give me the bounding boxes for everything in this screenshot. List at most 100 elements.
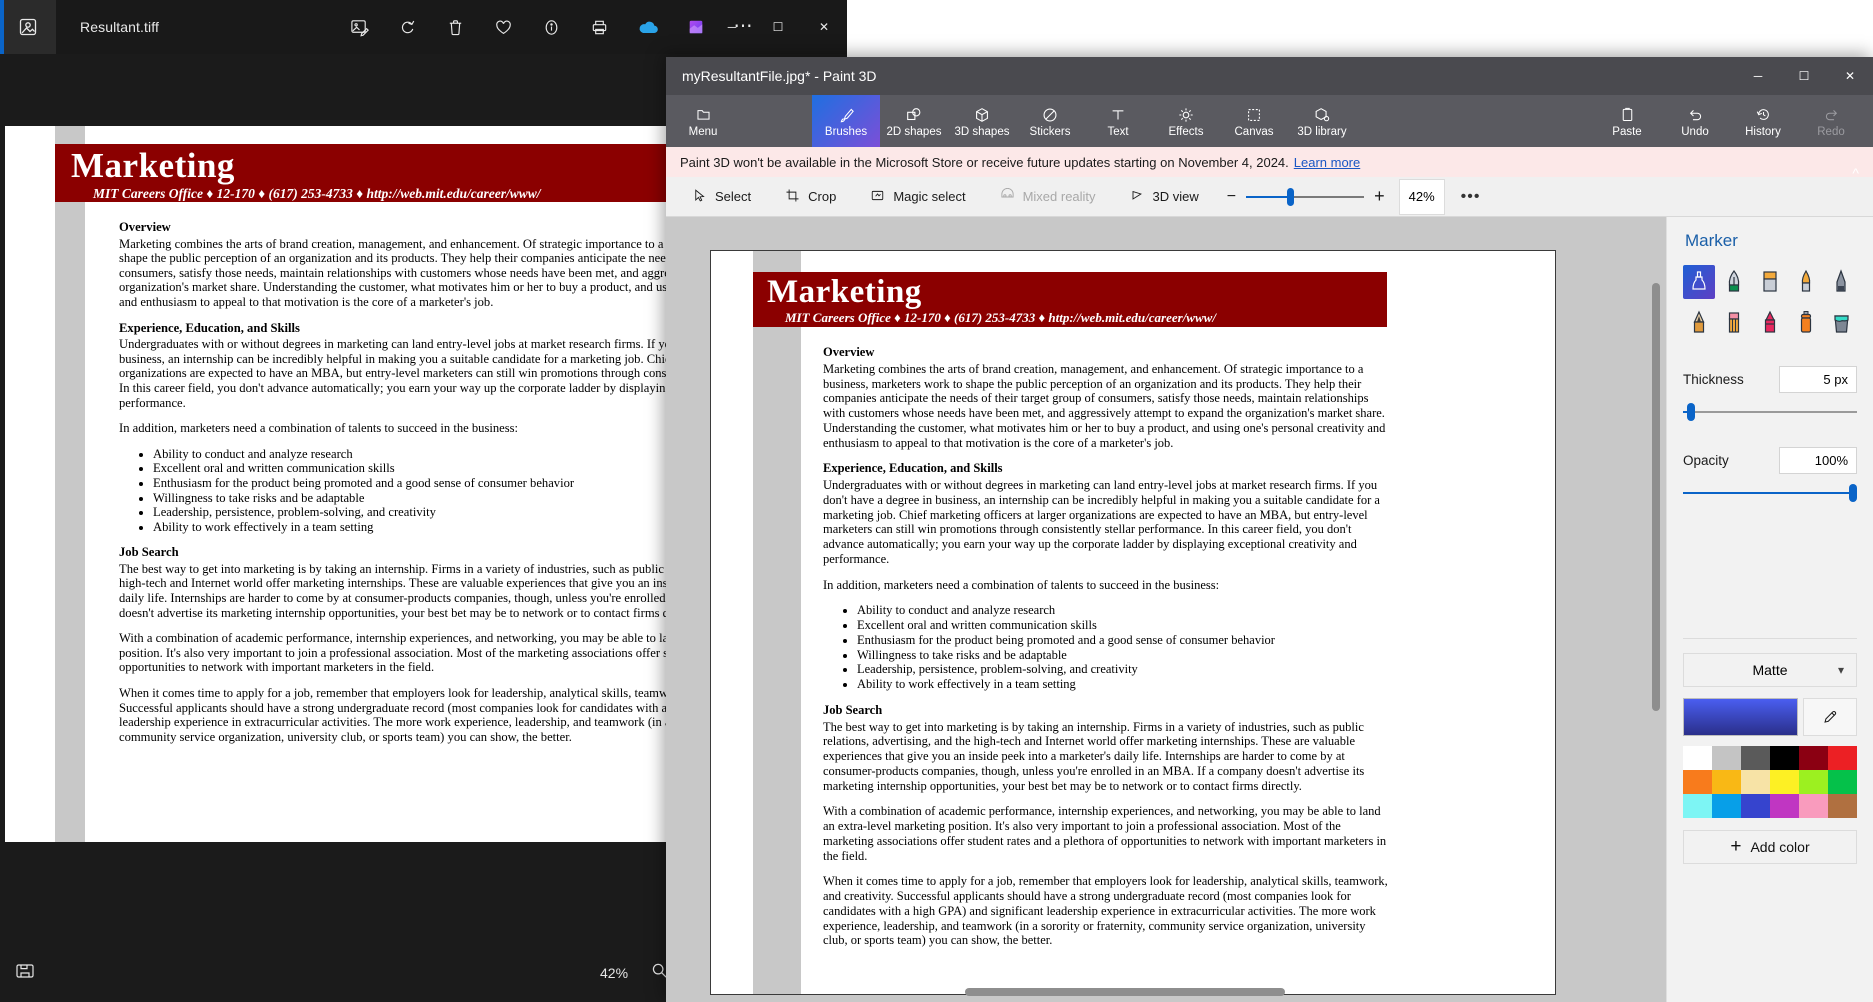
vertical-scrollbar[interactable] bbox=[1652, 283, 1660, 943]
color-swatch[interactable] bbox=[1828, 746, 1857, 770]
thickness-row: Thickness 5 px bbox=[1683, 366, 1857, 393]
oil-brush[interactable] bbox=[1754, 265, 1786, 299]
thickness-thumb[interactable] bbox=[1687, 403, 1695, 421]
color-swatch[interactable] bbox=[1683, 746, 1712, 770]
tab-canvas[interactable]: Canvas bbox=[1220, 95, 1288, 147]
zoom-level-display[interactable]: 42% bbox=[1398, 178, 1445, 215]
tab-2d-shapes[interactable]: 2D shapes bbox=[880, 95, 948, 147]
pencil-brush[interactable] bbox=[1683, 306, 1715, 340]
doc-heading-jobsearch: Job Search bbox=[823, 702, 883, 717]
select-tool[interactable]: Select bbox=[684, 184, 759, 210]
photos-app-icon bbox=[0, 0, 56, 54]
pixel-pen-brush[interactable] bbox=[1825, 265, 1857, 299]
color-swatch[interactable] bbox=[1741, 770, 1770, 794]
crop-tool[interactable]: Crop bbox=[777, 184, 844, 210]
zoom-out-button[interactable]: − bbox=[1227, 188, 1236, 206]
tab-3d-shapes[interactable]: 3D shapes bbox=[948, 95, 1016, 147]
tab-label: 3D library bbox=[1297, 125, 1347, 138]
horizontal-scroll-thumb[interactable] bbox=[965, 988, 1285, 996]
color-swatch[interactable] bbox=[1828, 794, 1857, 818]
vertical-scroll-thumb[interactable] bbox=[1652, 283, 1660, 711]
fill-bucket-brush[interactable] bbox=[1825, 306, 1857, 340]
3d-view-icon bbox=[1130, 188, 1145, 206]
opacity-value[interactable]: 100% bbox=[1779, 447, 1857, 474]
paste-button[interactable]: Paste bbox=[1593, 95, 1661, 147]
onedrive-icon[interactable] bbox=[631, 10, 665, 44]
3d-view-tool[interactable]: 3D view bbox=[1122, 184, 1207, 210]
minimize-button[interactable]: ─ bbox=[709, 0, 755, 54]
learn-more-link[interactable]: Learn more bbox=[1294, 155, 1360, 170]
zoom-slider-thumb[interactable] bbox=[1287, 187, 1295, 206]
delete-icon[interactable] bbox=[439, 10, 473, 44]
material-dropdown[interactable]: Matte ▾ bbox=[1683, 653, 1857, 687]
color-swatch[interactable] bbox=[1683, 770, 1712, 794]
photos-zoom-level: 42% bbox=[600, 965, 629, 981]
color-swatch[interactable] bbox=[1799, 794, 1828, 818]
magic-select-tool[interactable]: Magic select bbox=[862, 184, 973, 210]
close-button[interactable]: ✕ bbox=[801, 0, 847, 54]
color-swatch[interactable] bbox=[1770, 770, 1799, 794]
doc-bullet-list: Ability to conduct and analyze research … bbox=[857, 603, 1388, 692]
edit-image-icon[interactable] bbox=[343, 10, 377, 44]
history-button[interactable]: History bbox=[1729, 95, 1797, 147]
favorite-heart-icon[interactable] bbox=[487, 10, 521, 44]
cursor-select-icon bbox=[692, 188, 707, 206]
maximize-button[interactable]: ☐ bbox=[755, 0, 801, 54]
tab-label: Text bbox=[1107, 125, 1129, 138]
paint3d-canvas-stage[interactable]: Marketing MIT Careers Office ♦ 12-170 ♦ … bbox=[666, 217, 1666, 1002]
designer-icon[interactable] bbox=[679, 10, 713, 44]
color-swatch[interactable] bbox=[1712, 746, 1741, 770]
current-color-swatch[interactable] bbox=[1683, 698, 1798, 736]
color-swatch[interactable] bbox=[1741, 746, 1770, 770]
color-swatch[interactable] bbox=[1741, 794, 1770, 818]
eyedropper-icon[interactable] bbox=[1803, 698, 1857, 736]
save-icon[interactable] bbox=[14, 961, 36, 986]
horizontal-scrollbar[interactable] bbox=[710, 988, 1556, 996]
doc-banner-subtitle: MIT Careers Office ♦ 12-170 ♦ (617) 253-… bbox=[785, 310, 1216, 325]
color-swatch[interactable] bbox=[1712, 770, 1741, 794]
close-button[interactable]: ✕ bbox=[1827, 57, 1873, 95]
tab-brushes[interactable]: Brushes bbox=[812, 95, 880, 147]
watercolor-brush[interactable] bbox=[1790, 265, 1822, 299]
doc-bullet: Ability to work effectively in a team se… bbox=[857, 677, 1388, 692]
crayon-brush[interactable] bbox=[1754, 306, 1786, 340]
color-swatch[interactable] bbox=[1799, 770, 1828, 794]
zoom-in-button[interactable]: + bbox=[1374, 186, 1385, 207]
calligraphy-pen-brush[interactable] bbox=[1719, 265, 1751, 299]
opacity-thumb[interactable] bbox=[1849, 484, 1857, 502]
tab-label: Effects bbox=[1168, 125, 1204, 138]
thickness-value[interactable]: 5 px bbox=[1779, 366, 1857, 393]
color-swatch[interactable] bbox=[1770, 746, 1799, 770]
more-options-icon[interactable]: ••• bbox=[1461, 188, 1481, 206]
color-swatch[interactable] bbox=[1683, 794, 1712, 818]
tab-stickers[interactable]: Stickers bbox=[1016, 95, 1084, 147]
marker-brush[interactable] bbox=[1683, 265, 1715, 299]
thickness-slider[interactable] bbox=[1683, 403, 1857, 421]
zoom-controls: − + bbox=[1227, 186, 1385, 207]
info-icon[interactable] bbox=[535, 10, 569, 44]
eraser-brush[interactable] bbox=[1719, 306, 1751, 340]
print-icon[interactable] bbox=[583, 10, 617, 44]
color-swatch[interactable] bbox=[1712, 794, 1741, 818]
minimize-button[interactable]: ─ bbox=[1735, 57, 1781, 95]
tab-3d-library[interactable]: 3D library bbox=[1288, 95, 1356, 147]
opacity-slider[interactable] bbox=[1683, 484, 1857, 502]
paint3d-artboard[interactable]: Marketing MIT Careers Office ♦ 12-170 ♦ … bbox=[710, 250, 1556, 995]
doc-paragraph: Undergraduates with or without degrees i… bbox=[823, 478, 1380, 566]
tab-text[interactable]: Text bbox=[1084, 95, 1152, 147]
tab-label: Canvas bbox=[1234, 125, 1274, 138]
rotate-icon[interactable] bbox=[391, 10, 425, 44]
color-swatch[interactable] bbox=[1799, 746, 1828, 770]
menu-button[interactable]: Menu bbox=[666, 95, 740, 147]
spray-can-brush[interactable] bbox=[1790, 306, 1822, 340]
mixed-reality-tool: Mixed reality bbox=[992, 184, 1104, 210]
maximize-button[interactable]: ☐ bbox=[1781, 57, 1827, 95]
color-swatch[interactable] bbox=[1770, 794, 1799, 818]
doc-bullet: Ability to conduct and analyze research bbox=[857, 603, 1388, 618]
undo-button[interactable]: Undo bbox=[1661, 95, 1729, 147]
color-swatch[interactable] bbox=[1828, 770, 1857, 794]
deprecation-notice: Paint 3D won't be available in the Micro… bbox=[666, 147, 1873, 177]
tab-effects[interactable]: Effects bbox=[1152, 95, 1220, 147]
add-color-button[interactable]: + Add color bbox=[1683, 830, 1857, 864]
zoom-slider[interactable] bbox=[1246, 187, 1365, 206]
